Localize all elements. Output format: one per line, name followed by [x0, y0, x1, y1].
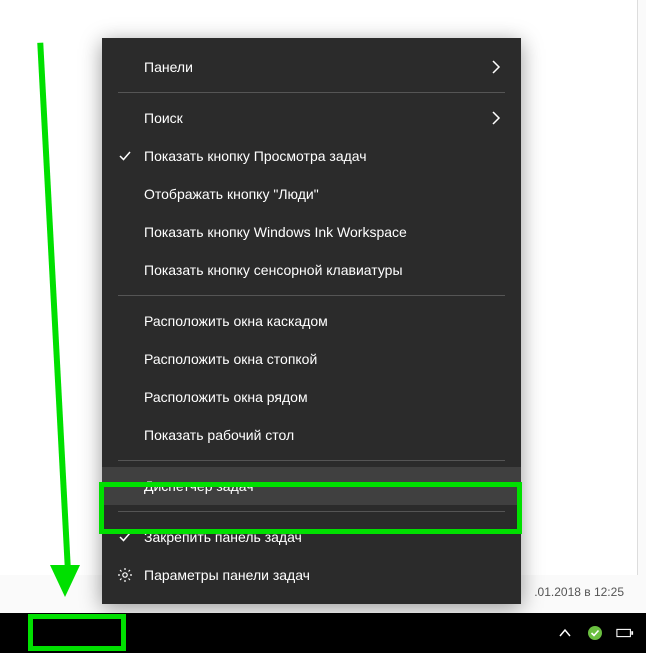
menu-item-touch-keyboard[interactable]: Показать кнопку сенсорной клавиатуры [102, 251, 521, 289]
menu-item-task-view-button[interactable]: Показать кнопку Просмотра задач [102, 137, 521, 175]
chevron-up-icon[interactable] [556, 624, 574, 642]
menu-label: Панели [144, 59, 487, 75]
menu-item-taskbar-settings[interactable]: Параметры панели задач [102, 556, 521, 594]
menu-label: Расположить окна стопкой [144, 351, 505, 367]
menu-separator [118, 511, 505, 512]
menu-label: Отображать кнопку "Люди" [144, 186, 505, 202]
menu-item-panels[interactable]: Панели [102, 48, 521, 86]
menu-label: Поиск [144, 110, 487, 126]
menu-label: Закрепить панель задач [144, 529, 505, 545]
menu-label: Расположить окна рядом [144, 389, 505, 405]
menu-separator [118, 92, 505, 93]
chevron-right-icon [487, 109, 505, 127]
menu-item-show-desktop[interactable]: Показать рабочий стол [102, 416, 521, 454]
menu-separator [118, 460, 505, 461]
check-icon [116, 147, 134, 165]
status-ok-icon[interactable] [586, 624, 604, 642]
menu-item-people-button[interactable]: Отображать кнопку "Люди" [102, 175, 521, 213]
gear-icon [116, 566, 134, 584]
menu-item-search[interactable]: Поиск [102, 99, 521, 137]
menu-label: Расположить окна каскадом [144, 313, 505, 329]
menu-item-sidebyside[interactable]: Расположить окна рядом [102, 378, 521, 416]
battery-icon[interactable] [616, 624, 634, 642]
taskbar-context-menu: Панели Поиск Показать кнопку Просмотра з… [102, 38, 521, 604]
menu-separator [118, 295, 505, 296]
menu-item-lock-taskbar[interactable]: Закрепить панель задач [102, 518, 521, 556]
menu-label: Параметры панели задач [144, 567, 505, 583]
menu-label: Показать кнопку сенсорной клавиатуры [144, 262, 505, 278]
chevron-right-icon [487, 58, 505, 76]
menu-label: Показать кнопку Windows Ink Workspace [144, 224, 505, 240]
background-timestamp: .01.2018 в 12:25 [534, 585, 624, 599]
taskbar[interactable] [0, 613, 646, 653]
menu-item-stacked[interactable]: Расположить окна стопкой [102, 340, 521, 378]
menu-item-windows-ink[interactable]: Показать кнопку Windows Ink Workspace [102, 213, 521, 251]
system-tray [556, 624, 646, 642]
menu-label: Показать рабочий стол [144, 427, 505, 443]
menu-label: Показать кнопку Просмотра задач [144, 148, 505, 164]
check-icon [116, 528, 134, 546]
menu-item-cascade[interactable]: Расположить окна каскадом [102, 302, 521, 340]
menu-item-task-manager[interactable]: Диспетчер задач [102, 467, 521, 505]
menu-label: Диспетчер задач [144, 478, 505, 494]
